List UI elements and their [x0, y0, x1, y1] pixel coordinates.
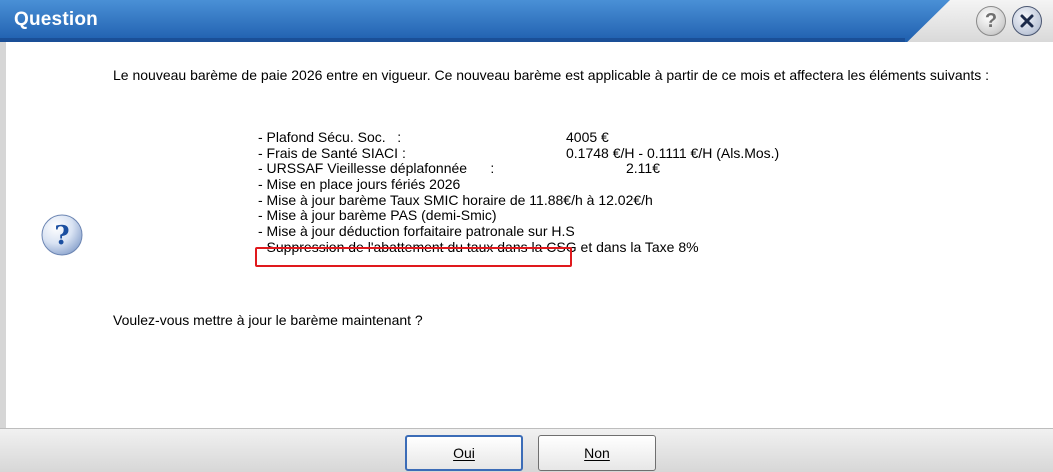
close-button[interactable] — [1012, 6, 1042, 36]
title-bar: Question ? — [0, 0, 1053, 42]
question-dialog: Question ? ? Le nouveau barème de paie 2… — [0, 0, 1053, 472]
list-item: - Mise à jour barème Taux SMIC horaire d… — [258, 191, 653, 208]
changes-list: - Plafond Sécu. Soc. :4005 € - Frais de … — [258, 129, 780, 256]
message-text: Le nouveau barème de paie 2026 entre en … — [113, 67, 990, 83]
list-item: - Mise à jour barème PAS (demi-Smic) — [258, 207, 497, 224]
window-title: Question — [14, 9, 98, 30]
list-item: - Mise en place jours fériés 2026 — [258, 176, 461, 193]
close-icon — [1020, 14, 1034, 28]
svg-text:?: ? — [54, 221, 69, 251]
title-tab — [0, 0, 950, 42]
help-button[interactable]: ? — [976, 6, 1006, 36]
no-button[interactable]: Non — [538, 435, 656, 471]
list-item: - Mise à jour déduction forfaitaire patr… — [258, 223, 575, 240]
help-icon: ? — [984, 9, 998, 32]
highlight-box — [255, 247, 572, 267]
list-item: - URSSAF Vieillesse déplafonnée :2.11€ — [258, 160, 660, 177]
no-button-label: Non — [584, 445, 610, 461]
list-item: - Frais de Santé SIACI :0.1748 €/H - 0.1… — [258, 144, 780, 161]
list-item: - Plafond Sécu. Soc. :4005 € — [258, 129, 609, 145]
button-bar: Oui Non — [0, 428, 1053, 472]
question-mark-icon: ? — [41, 214, 83, 256]
yes-button-label: Oui — [453, 445, 475, 461]
yes-button[interactable]: Oui — [405, 435, 523, 471]
prompt-text: Voulez-vous mettre à jour le barème main… — [113, 312, 423, 328]
